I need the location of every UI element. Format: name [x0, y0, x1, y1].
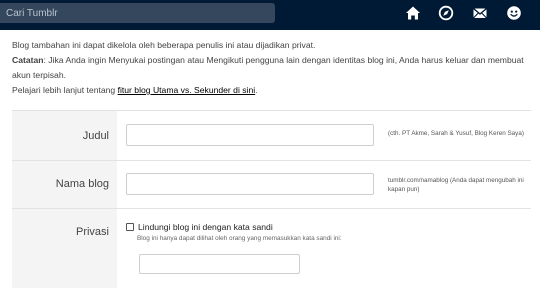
blogname-label-cell: Nama blog — [12, 161, 117, 208]
home-icon[interactable] — [404, 4, 422, 22]
learn-more-link[interactable]: fitur blog Utama vs. Sekunder di sini — [118, 85, 256, 95]
compass-icon[interactable] — [437, 4, 455, 22]
search-box[interactable] — [0, 3, 275, 24]
password-protect-label[interactable]: Lindungi blog ini dengan kata sandi — [138, 222, 273, 232]
title-hint: (cth. PT Akme, Sarah & Yusuf, Blog Keren… — [388, 130, 524, 137]
account-icon[interactable] — [505, 4, 523, 22]
info-caution: Catatan: Jika Anda ingin Menyukai postin… — [12, 53, 532, 83]
password-protect-option[interactable]: Lindungi blog ini dengan kata sandi — [126, 222, 273, 232]
search-input[interactable] — [0, 3, 275, 24]
blogname-hint: tumblr.com/namablog (Anda dapat mengubah… — [388, 177, 524, 193]
blogname-row: Nama blog tumblr.com/namablog (Anda dapa… — [12, 160, 531, 208]
title-input[interactable] — [126, 124, 374, 146]
blogname-label: Nama blog — [55, 178, 109, 190]
blog-settings-form: Judul (cth. PT Akme, Sarah & Yusuf, Blog… — [12, 110, 531, 288]
privacy-row: Privasi Lindungi blog ini dengan kata sa… — [12, 208, 531, 288]
title-label: Judul — [82, 130, 109, 142]
blogname-input[interactable] — [126, 173, 374, 195]
caution-text: : Jika Anda ingin Menyukai postingan ata… — [12, 55, 524, 80]
privacy-label: Privasi — [75, 226, 109, 238]
password-input[interactable] — [139, 254, 300, 274]
info-intro: Blog tambahan ini dapat dikelola oleh be… — [12, 40, 316, 50]
password-protect-checkbox[interactable] — [126, 223, 134, 231]
info-learn-more: Pelajari lebih lanjut tentang fitur blog… — [12, 83, 532, 98]
title-row: Judul (cth. PT Akme, Sarah & Yusuf, Blog… — [12, 110, 531, 160]
learn-prefix: Pelajari lebih lanjut tentang — [12, 85, 118, 95]
learn-suffix: . — [255, 85, 258, 95]
info-section: Blog tambahan ini dapat dikelola oleh be… — [12, 38, 532, 98]
password-note: Blog ini hanya dapat dilihat oleh orang … — [137, 235, 342, 242]
mail-icon[interactable] — [471, 4, 489, 22]
caution-label: Catatan — [12, 55, 44, 65]
title-label-cell: Judul — [12, 111, 117, 160]
top-navigation-bar — [0, 0, 540, 30]
privacy-label-cell: Privasi — [12, 209, 117, 288]
